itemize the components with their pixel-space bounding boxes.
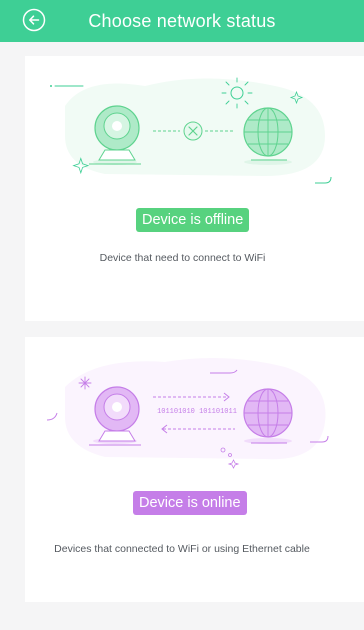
device-online-button[interactable]: Device is online xyxy=(133,491,247,515)
offline-illustration xyxy=(50,77,332,184)
back-arrow-icon[interactable] xyxy=(22,8,46,32)
header-bar: Choose network status xyxy=(0,0,364,42)
page-title: Choose network status xyxy=(88,10,276,31)
network-status-screen: Choose network status Device is offline … xyxy=(0,0,364,630)
binary-text: 101101010 101101011 xyxy=(157,408,237,416)
offline-description: Device that need to connect to WiFi xyxy=(99,252,266,264)
device-offline-card[interactable]: Device is offline Device that need to co… xyxy=(25,56,364,321)
online-illustration: 101101010 101101011 xyxy=(46,358,329,469)
device-online-card[interactable]: 101101010 101101011 Device is online Dev… xyxy=(25,337,364,602)
device-offline-button[interactable]: Device is offline xyxy=(136,208,250,232)
online-description: Devices that connected to WiFi or using … xyxy=(54,543,310,555)
